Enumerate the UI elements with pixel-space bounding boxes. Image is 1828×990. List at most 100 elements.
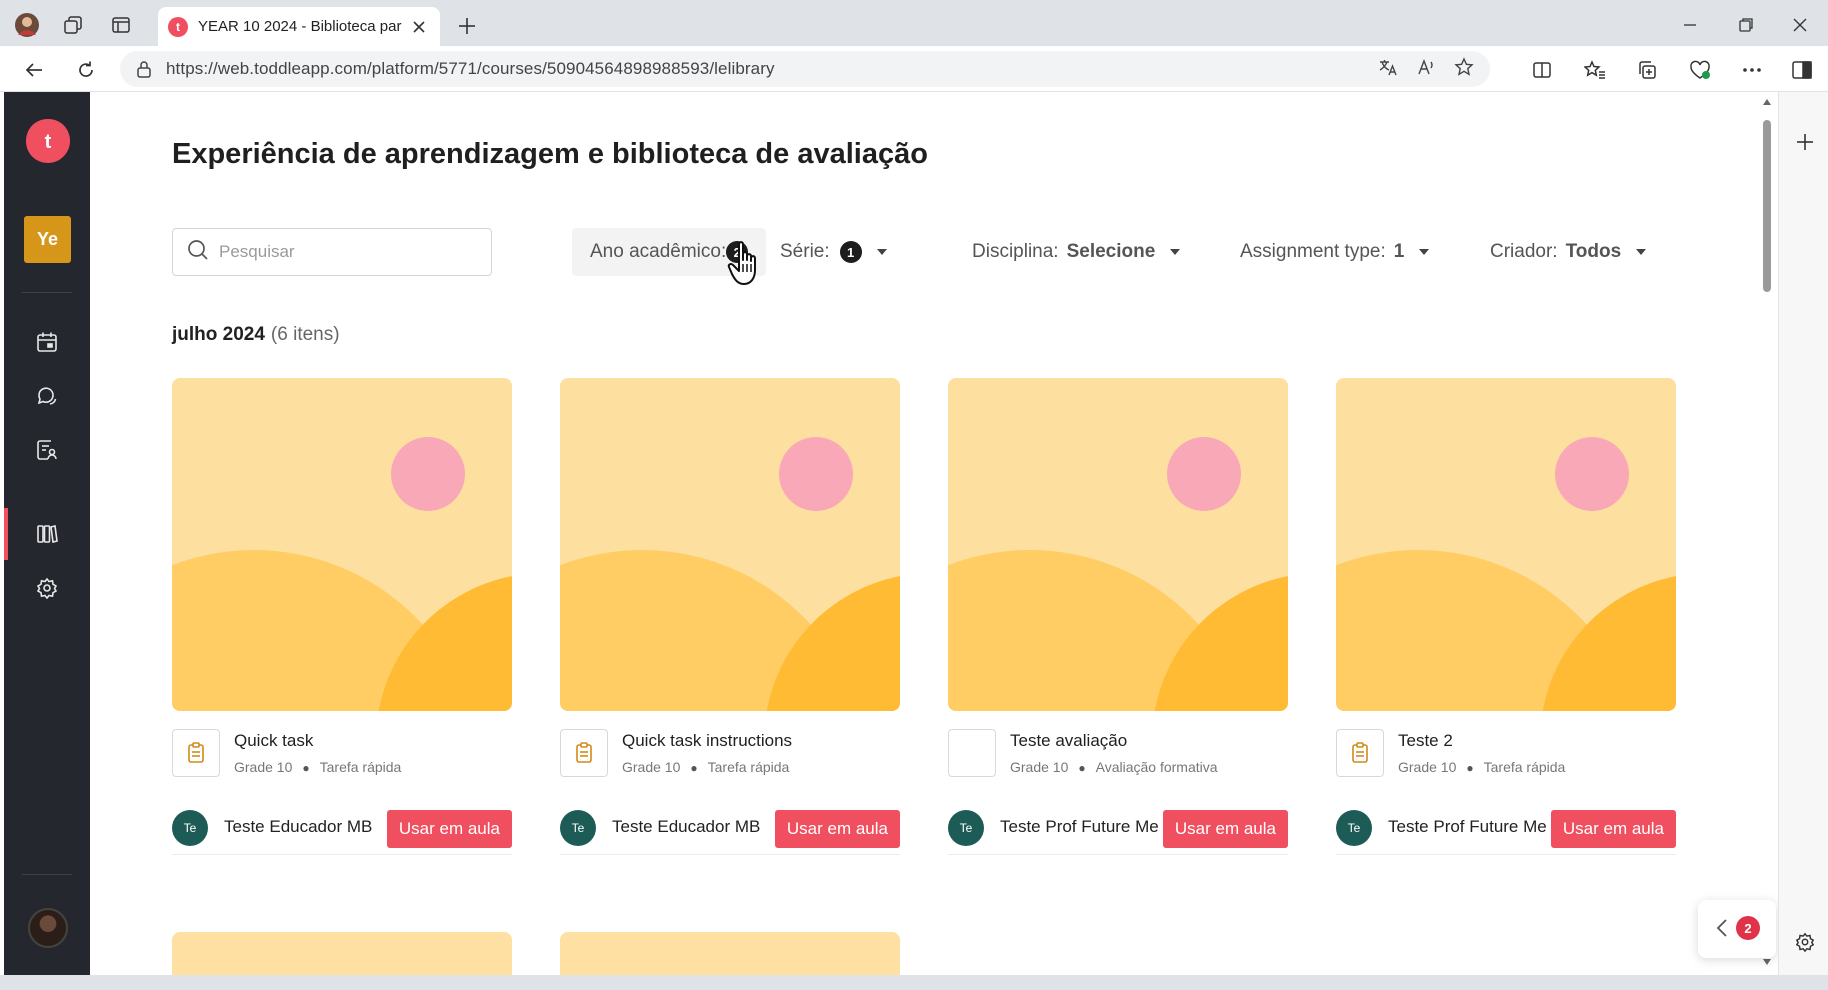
chevron-down-icon <box>876 248 888 256</box>
add-icon[interactable] <box>1791 128 1819 156</box>
logo-letter: t <box>45 131 52 153</box>
card-meta: Grade 10 ● Tarefa rápida <box>234 759 401 775</box>
creator-name: Teste Prof Future Me <box>1388 817 1547 836</box>
browser-essentials-icon[interactable] <box>1684 54 1716 86</box>
card-thumbnail[interactable] <box>948 378 1288 711</box>
split-screen-icon[interactable] <box>1526 54 1558 86</box>
browser-tab-bar: t YEAR 10 2024 - Biblioteca para e <box>0 0 1828 46</box>
translate-icon[interactable] <box>1378 57 1398 82</box>
filter-subject[interactable]: Disciplina: Selecione <box>972 228 1181 276</box>
card-grade: Grade 10 <box>234 759 293 775</box>
profile-icon[interactable] <box>12 10 42 40</box>
lock-icon[interactable] <box>136 60 152 78</box>
chevron-left-icon[interactable] <box>1716 918 1728 943</box>
clipboard-icon <box>1336 729 1384 777</box>
library-card[interactable]: Teste avaliação Grade 10 ● Avaliação forma… <box>948 378 1288 855</box>
filter-grade[interactable]: Série: 1 <box>780 228 888 276</box>
scroll-down-icon[interactable] <box>1762 958 1772 966</box>
separator-dot: ● <box>690 761 698 775</box>
sidebar-toggle-icon[interactable] <box>1786 54 1818 86</box>
tab-favicon: t <box>168 16 188 37</box>
app-sidebar: t Ye <box>4 92 90 975</box>
more-options-icon[interactable] <box>1736 54 1768 86</box>
close-tab-icon[interactable] <box>408 16 430 38</box>
page-title: Experiência de aprendizagem e biblioteca… <box>172 138 928 170</box>
url-bar[interactable]: https://web.toddleapp.com/platform/5771/… <box>120 51 1490 87</box>
scrollbar[interactable] <box>1756 92 1778 975</box>
collections-icon[interactable] <box>1631 54 1663 86</box>
card-title[interactable]: Quick task instructions <box>622 731 792 751</box>
floating-help-panel[interactable]: 2 <box>1698 900 1776 958</box>
tab-title: YEAR 10 2024 - Biblioteca para e <box>198 18 402 35</box>
back-icon[interactable] <box>18 54 50 86</box>
creator-avatar: Te <box>172 810 208 846</box>
filter-academic-year[interactable]: Ano acadêmico: 2 <box>572 228 767 276</box>
card-type: Avaliação formativa <box>1095 759 1218 775</box>
section-header: julho 2024 (6 itens) <box>172 324 340 346</box>
card-meta: Grade 10 ● Avaliação formativa <box>1010 759 1218 775</box>
filter-academic-year-label: Ano acadêmico: <box>590 241 727 262</box>
use-in-class-button[interactable]: Usar em aula <box>774 810 900 848</box>
section-count: (6 itens) <box>270 324 340 345</box>
card-title[interactable]: Teste avaliação <box>1010 731 1127 751</box>
card-thumbnail[interactable] <box>172 378 512 711</box>
toddle-logo-icon[interactable]: t <box>24 117 72 165</box>
card-grade: Grade 10 <box>622 759 681 775</box>
use-in-class-button[interactable]: Usar em aula <box>1550 810 1676 848</box>
creator-name: Teste Prof Future Me <box>1000 817 1159 836</box>
close-window-icon[interactable] <box>1780 10 1820 40</box>
filter-subject-label: Disciplina: <box>972 241 1059 262</box>
new-tab-icon[interactable] <box>452 11 482 41</box>
chevron-down-icon <box>1418 248 1430 256</box>
gear-icon[interactable] <box>1791 928 1819 956</box>
favorites-icon[interactable] <box>1579 54 1611 86</box>
card-thumbnail[interactable] <box>560 378 900 711</box>
refresh-icon[interactable] <box>70 54 102 86</box>
filter-assignment-type-value: 1 <box>1393 241 1405 262</box>
filter-creator[interactable]: Criador: Todos <box>1490 228 1647 276</box>
browser-address-bar: https://web.toddleapp.com/platform/5771/… <box>0 46 1828 92</box>
filter-academic-year-count: 2 <box>726 241 749 263</box>
card-title[interactable]: Quick task <box>234 731 313 751</box>
scrollbar-thumb[interactable] <box>1763 120 1771 292</box>
filter-assignment-type-label: Assignment type: <box>1240 241 1386 262</box>
filter-assignment-type[interactable]: Assignment type: 1 <box>1240 228 1430 276</box>
chat-icon[interactable] <box>32 381 62 411</box>
url-text[interactable]: https://web.toddleapp.com/platform/5771/… <box>166 59 1378 79</box>
use-in-class-button[interactable]: Usar em aula <box>1162 810 1288 848</box>
minimize-icon[interactable] <box>1670 10 1710 40</box>
active-tab[interactable]: t YEAR 10 2024 - Biblioteca para e <box>158 7 440 46</box>
filter-creator-value: Todos <box>1565 241 1622 262</box>
school-badge[interactable]: Ye <box>24 216 71 263</box>
card-title[interactable]: Teste 2 <box>1398 731 1453 751</box>
card-thumbnail[interactable] <box>1336 378 1676 711</box>
calendar-icon[interactable] <box>32 327 62 357</box>
section-title: julho 2024 <box>172 324 265 345</box>
favorite-star-icon[interactable] <box>1454 56 1474 82</box>
search-input[interactable] <box>219 242 477 262</box>
library-card[interactable]: Quick task Grade 10 ● Tarefa rápida Te Tes… <box>172 378 512 855</box>
separator-dot: ● <box>302 761 310 775</box>
library-card[interactable]: Teste 2 Grade 10 ● Tarefa rápida Te Teste … <box>1336 378 1676 855</box>
card-type: Tarefa rápida <box>1483 759 1566 775</box>
main-content: Experiência de aprendizagem e biblioteca… <box>90 92 1762 975</box>
scroll-up-icon[interactable] <box>1762 98 1772 106</box>
separator-dot: ● <box>1466 761 1474 775</box>
creator-avatar: Te <box>948 810 984 846</box>
card-thumbnail-partial[interactable] <box>172 932 512 975</box>
library-icon[interactable] <box>32 519 62 549</box>
search-box[interactable] <box>172 228 492 276</box>
library-card[interactable]: Quick task instructions Grade 10 ● Tarefa … <box>560 378 900 855</box>
card-thumbnail-partial[interactable] <box>560 932 900 975</box>
creator-avatar: Te <box>1336 810 1372 846</box>
read-aloud-icon[interactable] <box>1416 57 1436 82</box>
assessment-type-icon <box>948 729 996 777</box>
restore-icon[interactable] <box>1726 10 1766 40</box>
card-grade: Grade 10 <box>1398 759 1457 775</box>
vertical-tabs-icon[interactable] <box>106 10 136 40</box>
use-in-class-button[interactable]: Usar em aula <box>386 810 512 848</box>
student-report-icon[interactable] <box>32 435 62 465</box>
workspaces-icon[interactable] <box>58 10 88 40</box>
user-avatar[interactable] <box>28 908 68 948</box>
settings-icon[interactable] <box>32 573 62 603</box>
